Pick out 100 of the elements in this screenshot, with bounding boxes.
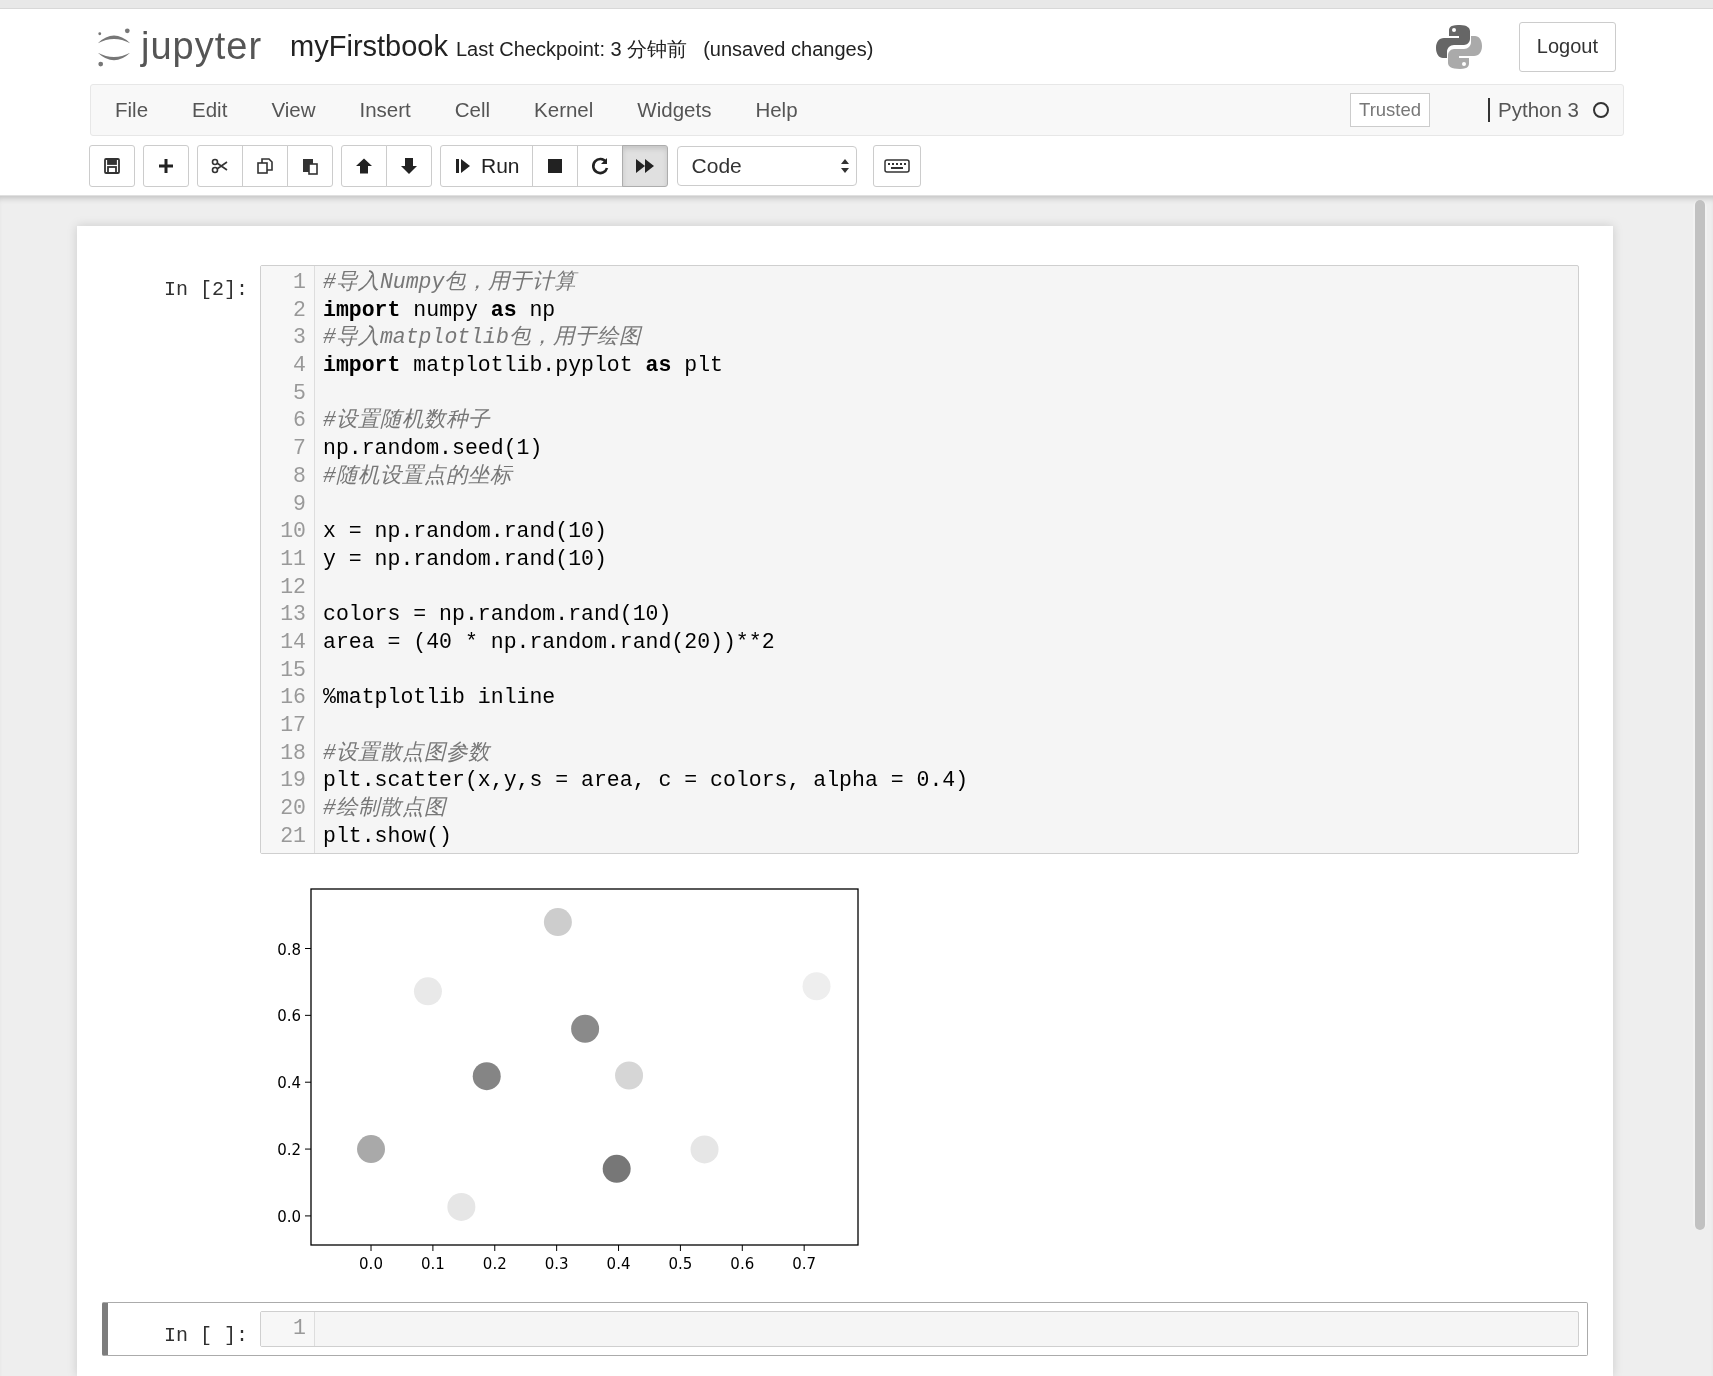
plus-icon (156, 156, 176, 176)
line-number: 8 (293, 462, 306, 490)
code-line: plt.scatter(x,y,s = area, c = colors, alpha = 0.4) (323, 768, 969, 793)
code-line: y = np.random.rand(10) (323, 546, 607, 571)
insert-cell-button[interactable] (143, 145, 189, 187)
y-tick-label: 0.4 (277, 1074, 301, 1093)
menu-item[interactable]: Cell (454, 98, 491, 122)
tick-mark (304, 1015, 312, 1017)
line-number: 13 (280, 601, 306, 629)
code-line: #设置散点图参数 (323, 740, 490, 765)
code-line: import matplotlib.pyplot as plt (323, 353, 723, 378)
arrow-up-icon (354, 156, 374, 176)
logo-text[interactable]: jupyter (141, 25, 263, 68)
x-tick-label: 0.1 (420, 1255, 445, 1274)
fast-forward-icon (634, 156, 655, 176)
line-number: 1 (293, 269, 306, 296)
scatter-point (543, 908, 572, 937)
line-number: 14 (280, 628, 306, 656)
python-logo-icon (1434, 22, 1483, 71)
line-number: 17 (280, 712, 306, 739)
tick-mark (618, 1244, 620, 1252)
menu-item[interactable]: Help (755, 98, 798, 122)
tick-mark (304, 948, 312, 950)
move-down-button[interactable] (386, 145, 432, 187)
tick-mark (304, 1215, 312, 1217)
code-line: colors = np.random.rand(10) (323, 602, 672, 627)
logout-button[interactable]: Logout (1518, 21, 1616, 72)
line-number: 2 (293, 296, 306, 324)
scissors-icon (210, 156, 230, 176)
menu-item[interactable]: View (271, 98, 316, 122)
menu-item[interactable]: Edit (192, 98, 228, 122)
tick-mark (432, 1244, 434, 1252)
y-tick-label: 0.8 (277, 940, 301, 959)
code-line: import numpy as np (323, 297, 556, 322)
code-line: %matplotlib inline (323, 685, 556, 710)
unsaved-status: (unsaved changes) (703, 38, 874, 61)
cell-type-select[interactable]: Code (676, 146, 857, 186)
keyboard-button[interactable] (872, 145, 921, 187)
menu-item[interactable]: Insert (359, 98, 411, 122)
tick-mark (679, 1244, 681, 1252)
tick-mark (803, 1244, 805, 1252)
move-up-button[interactable] (341, 145, 387, 187)
trusted-indicator[interactable]: Trusted (1350, 93, 1431, 127)
checkpoint-text: Last Checkpoint: 3 分钟前 (456, 37, 688, 62)
line-number: 16 (280, 684, 306, 712)
x-tick-label: 0.7 (792, 1255, 817, 1274)
code-editor[interactable] (260, 265, 1579, 855)
line-number: 20 (280, 795, 306, 823)
code-line: #随机设置点的坐标 (323, 463, 512, 488)
x-tick-label: 0.5 (668, 1255, 693, 1274)
tick-mark (304, 1082, 312, 1084)
notebook-cell[interactable]: In [ ]: 1 (102, 1302, 1588, 1357)
line-number: 9 (293, 490, 306, 518)
save-icon (102, 156, 122, 176)
scatter-point (357, 1135, 385, 1164)
code-line: #绘制散点图 (323, 796, 446, 821)
x-tick-label: 0.4 (606, 1255, 631, 1274)
restart-button[interactable] (576, 145, 623, 187)
stop-button[interactable] (531, 145, 578, 187)
tick-mark (741, 1244, 743, 1252)
paste-icon (300, 156, 320, 176)
line-number: 6 (293, 407, 306, 435)
line-number: 11 (280, 545, 306, 573)
code-line: #导入Numpy包，用于计算 (323, 270, 577, 294)
cut-button[interactable] (197, 145, 243, 187)
line-number: 21 (280, 822, 306, 850)
input-prompt: In [ ]: (163, 1323, 249, 1348)
code-line: #导入matplotlib包，用于绘图 (323, 325, 641, 350)
kernel-name: Python 3 (1488, 98, 1579, 122)
line-number: 12 (280, 573, 306, 601)
save-button[interactable] (89, 145, 135, 187)
scatter-point (615, 1061, 644, 1090)
line-number: 1 (293, 1315, 306, 1343)
paste-button[interactable] (287, 145, 333, 187)
copy-button[interactable] (242, 145, 288, 187)
menu-item[interactable]: Widgets (637, 98, 712, 122)
run-button[interactable]: Run (440, 145, 533, 187)
tick-mark (494, 1244, 496, 1252)
x-tick-label: 0.0 (359, 1255, 383, 1274)
copy-icon (255, 156, 275, 176)
line-number: 10 (280, 518, 306, 546)
restart-icon (589, 156, 610, 176)
scatter-point (472, 1062, 501, 1091)
line-number: 4 (293, 352, 306, 380)
y-tick-label: 0.0 (277, 1208, 301, 1227)
menu-item[interactable]: File (115, 98, 149, 122)
code-line: #设置随机数种子 (323, 408, 490, 433)
code-line: area = (40 * np.random.rand(20))**2 (323, 629, 775, 654)
line-number: 7 (293, 435, 306, 463)
run-all-button[interactable] (621, 145, 668, 187)
y-tick-label: 0.2 (277, 1141, 301, 1160)
tick-mark (304, 1149, 312, 1150)
scatter-point (447, 1193, 476, 1222)
menu-item[interactable]: Kernel (534, 98, 594, 122)
notebook-name[interactable]: myFirstbook (290, 30, 448, 63)
x-tick-label: 0.3 (544, 1255, 569, 1274)
code-line: np.random.seed(1) (323, 436, 543, 461)
tick-mark (556, 1244, 558, 1252)
keyboard-icon (883, 158, 910, 174)
scatter-point (602, 1155, 631, 1184)
